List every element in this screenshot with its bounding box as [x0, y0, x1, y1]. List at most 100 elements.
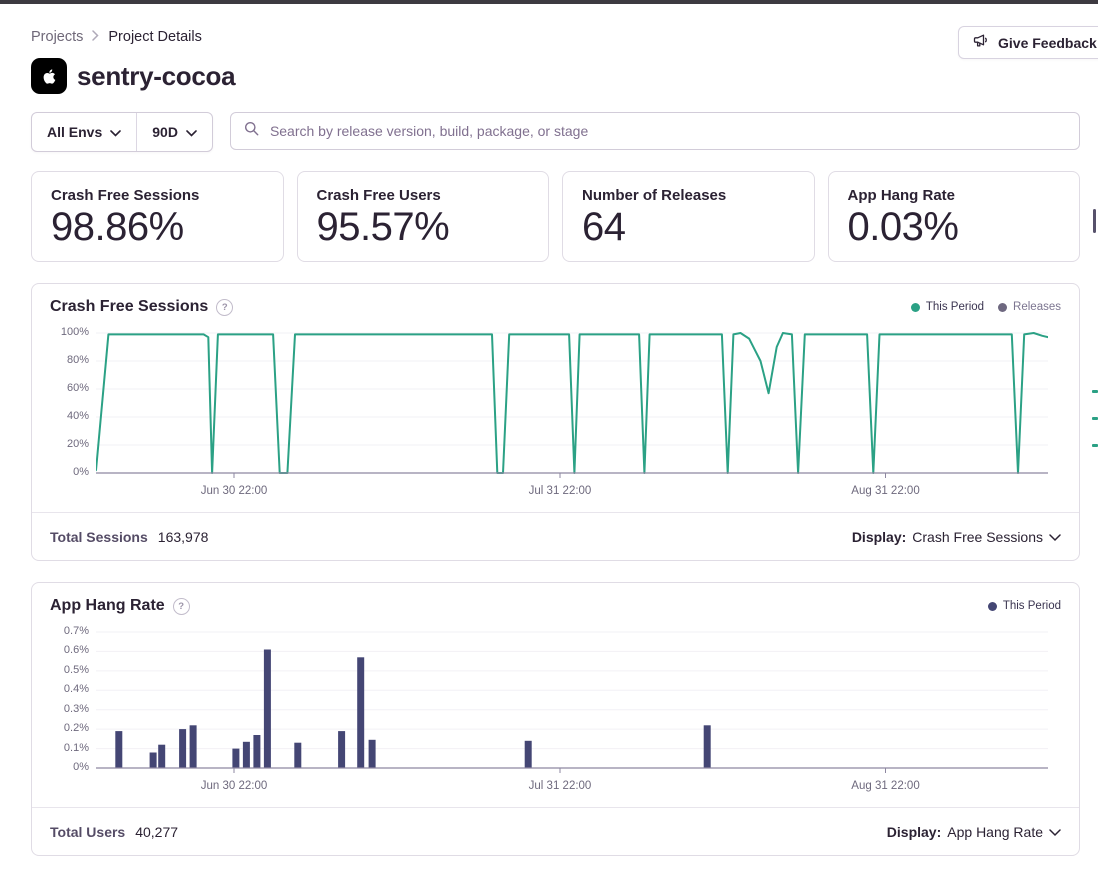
- search-input[interactable]: [268, 122, 1066, 140]
- y-tick-label: 0%: [73, 761, 89, 773]
- bar-plot[interactable]: Jun 30 22:00 Jul 31 22:00 Aug 31 22:00: [96, 626, 1048, 800]
- legend-item[interactable]: Releases: [998, 301, 1061, 313]
- chevron-down-icon: [1049, 824, 1061, 840]
- top-border-bar: [0, 0, 1098, 4]
- total-users-label: Total Users: [50, 824, 125, 840]
- stat-card-crash-free-sessions: Crash Free Sessions 98.86%: [31, 171, 284, 262]
- chart-footer: Total Users 40,277 Display: App Hang Rat…: [32, 807, 1079, 855]
- y-tick-label: 100%: [61, 326, 89, 338]
- y-axis-labels: 0% 0.1% 0.2% 0.3% 0.4% 0.5% 0.6% 0.7%: [32, 626, 96, 774]
- x-tick-label: Jun 30 22:00: [201, 485, 268, 497]
- chart-title: Crash Free Sessions: [50, 298, 208, 316]
- stat-value: 0.03%: [848, 206, 1061, 248]
- stats-row: Crash Free Sessions 98.86% Crash Free Us…: [31, 171, 1080, 262]
- megaphone-icon: [973, 33, 990, 52]
- legend-item[interactable]: This Period: [911, 301, 984, 313]
- stat-label: Number of Releases: [582, 187, 795, 204]
- y-tick-label: 0.3%: [64, 703, 89, 715]
- crash-free-sessions-chart-card: Crash Free Sessions ? This Period Release…: [31, 283, 1080, 561]
- stat-card-app-hang-rate: App Hang Rate 0.03%: [828, 171, 1081, 262]
- y-tick-label: 80%: [67, 354, 89, 366]
- stat-label: Crash Free Users: [317, 187, 530, 204]
- chart-title-wrap: App Hang Rate ?: [50, 597, 190, 615]
- legend-dot-icon: [998, 303, 1007, 312]
- chart-header: Crash Free Sessions ? This Period Release…: [32, 284, 1079, 316]
- stat-card-number-of-releases: Number of Releases 64: [562, 171, 815, 262]
- y-tick-label: 0.6%: [64, 644, 89, 656]
- clipped-scrollbar-fragment: [1093, 209, 1096, 233]
- display-selector[interactable]: Display: App Hang Rate: [887, 824, 1061, 840]
- breadcrumb-projects-link[interactable]: Projects: [31, 29, 83, 45]
- stat-value: 64: [582, 206, 795, 248]
- x-tick-label: Aug 31 22:00: [851, 780, 919, 792]
- clipped-sparkline-fragment: [1092, 390, 1098, 393]
- x-tick-label: Aug 31 22:00: [851, 485, 919, 497]
- chart-title-wrap: Crash Free Sessions ?: [50, 298, 233, 316]
- date-range-selector[interactable]: 90D: [137, 113, 212, 151]
- legend-dot-icon: [988, 602, 997, 611]
- apple-icon: [31, 58, 67, 94]
- chevron-down-icon: [1049, 529, 1061, 545]
- legend-dot-icon: [911, 303, 920, 312]
- total-sessions-label: Total Sessions: [50, 529, 148, 545]
- y-tick-label: 0.2%: [64, 722, 89, 734]
- project-title-row: sentry-cocoa: [31, 58, 1080, 94]
- y-tick-label: 0.1%: [64, 742, 89, 754]
- release-search[interactable]: [230, 112, 1080, 150]
- stat-label: Crash Free Sessions: [51, 187, 264, 204]
- page-content: Projects Project Details Give Feedback: [0, 29, 1098, 856]
- y-tick-label: 0.7%: [64, 625, 89, 637]
- clipped-sparkline-fragment: [1092, 444, 1098, 447]
- page-filter-group: All Envs 90D: [31, 112, 213, 152]
- line-plot[interactable]: Jun 30 22:00 Jul 31 22:00 Aug 31 22:00: [96, 327, 1048, 505]
- date-range-label: 90D: [152, 124, 178, 140]
- legend-item[interactable]: This Period: [988, 600, 1061, 612]
- breadcrumb: Projects Project Details: [31, 29, 202, 45]
- chart-header: App Hang Rate ? This Period: [32, 583, 1079, 615]
- environment-selector-label: All Envs: [47, 124, 102, 140]
- total-sessions-value: 163,978: [158, 529, 209, 545]
- y-axis-labels: 0% 20% 40% 60% 80% 100%: [32, 327, 96, 479]
- clipped-sparkline-fragment: [1092, 417, 1098, 420]
- chart-title: App Hang Rate: [50, 597, 165, 615]
- search-icon: [244, 121, 259, 141]
- display-value: App Hang Rate: [947, 824, 1043, 840]
- app-hang-rate-chart-card: App Hang Rate ? This Period 0% 0.1% 0.2% 0.…: [31, 582, 1080, 856]
- x-axis-labels: Jun 30 22:00 Jul 31 22:00 Aug 31 22:00: [96, 481, 1048, 505]
- total-users: Total Users 40,277: [50, 824, 178, 840]
- display-selector[interactable]: Display: Crash Free Sessions: [852, 529, 1061, 545]
- x-tick-label: Jun 30 22:00: [201, 780, 268, 792]
- app-hang-rate-chart: 0% 0.1% 0.2% 0.3% 0.4% 0.5% 0.6% 0.7% Jun 30 22…: [32, 626, 1079, 800]
- chevron-down-icon: [186, 124, 197, 140]
- breadcrumb-current: Project Details: [108, 29, 201, 45]
- page-title: sentry-cocoa: [77, 61, 235, 92]
- stat-value: 95.57%: [317, 206, 530, 248]
- x-tick-label: Jul 31 22:00: [529, 780, 592, 792]
- y-tick-label: 60%: [67, 382, 89, 394]
- total-sessions: Total Sessions 163,978: [50, 529, 208, 545]
- help-icon[interactable]: ?: [173, 598, 190, 615]
- y-tick-label: 0.4%: [64, 683, 89, 695]
- x-tick-label: Jul 31 22:00: [529, 485, 592, 497]
- help-icon[interactable]: ?: [216, 299, 233, 316]
- display-label: Display:: [852, 529, 906, 545]
- filter-bar: All Envs 90D: [31, 112, 1080, 152]
- give-feedback-label: Give Feedback: [998, 35, 1097, 51]
- y-tick-label: 20%: [67, 438, 89, 450]
- y-tick-label: 40%: [67, 410, 89, 422]
- give-feedback-button[interactable]: Give Feedback: [958, 26, 1098, 59]
- chart-legend: This Period: [988, 600, 1061, 612]
- y-tick-label: 0%: [73, 466, 89, 478]
- x-axis-labels: Jun 30 22:00 Jul 31 22:00 Aug 31 22:00: [96, 776, 1048, 800]
- page-header: Projects Project Details Give Feedback: [31, 29, 1080, 45]
- chevron-down-icon: [110, 124, 121, 140]
- y-tick-label: 0.5%: [64, 664, 89, 676]
- stat-label: App Hang Rate: [848, 187, 1061, 204]
- display-value: Crash Free Sessions: [912, 529, 1043, 545]
- stat-value: 98.86%: [51, 206, 264, 248]
- display-label: Display:: [887, 824, 941, 840]
- crash-free-sessions-chart: 0% 20% 40% 60% 80% 100% Jun 30 22:00 Jul 31 22…: [32, 327, 1079, 505]
- chart-legend: This Period Releases: [911, 301, 1061, 313]
- stat-card-crash-free-users: Crash Free Users 95.57%: [297, 171, 550, 262]
- environment-selector[interactable]: All Envs: [32, 113, 136, 151]
